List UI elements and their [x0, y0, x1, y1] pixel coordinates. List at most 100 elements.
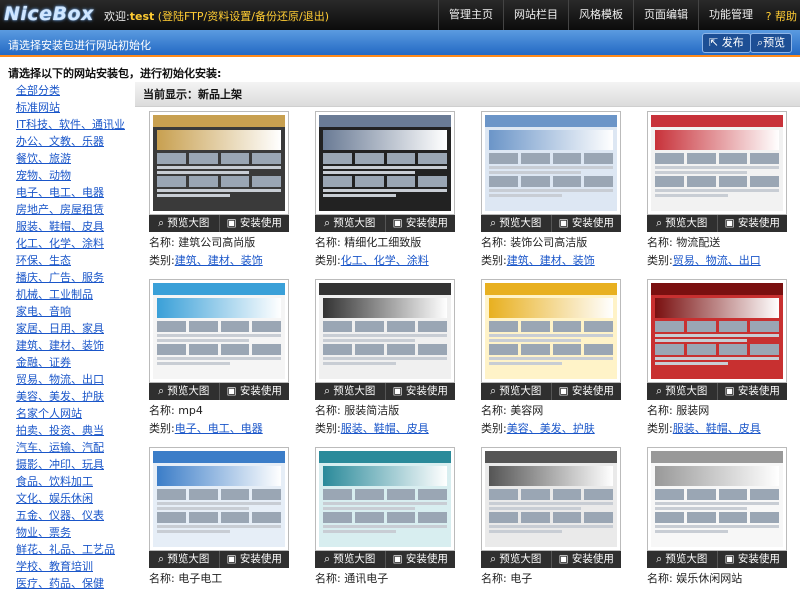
help-link[interactable]: ? 帮助 [766, 8, 797, 24]
install-button[interactable]: ▣ 安装使用 [550, 215, 622, 232]
template-meta: 名称: 电子电工 [149, 570, 289, 588]
sidebar-category[interactable]: 汽车、运输、汽配 [16, 439, 136, 456]
preview-large-button[interactable]: ⌕ 预览大图 [315, 551, 385, 568]
sidebar-category[interactable]: 播庆、广告、服务 [16, 269, 136, 286]
preview-large-button[interactable]: ⌕ 预览大图 [315, 215, 385, 232]
template-meta: 名称: 娱乐休闲网站 [647, 570, 787, 588]
template-category-link[interactable]: 贸易、物流、出口 [673, 254, 761, 267]
install-button[interactable]: ▣ 安装使用 [384, 551, 456, 568]
sidebar-category[interactable]: 服装、鞋帽、皮具 [16, 218, 136, 235]
sidebar-category[interactable]: 机械、工业制品 [16, 286, 136, 303]
template-meta: 名称: 建筑公司高尚版 类别:建筑、建材、装饰 [149, 234, 289, 270]
sidebar-category[interactable]: 金融、证券 [16, 354, 136, 371]
template-thumbnail[interactable] [149, 447, 289, 551]
template-thumbnail[interactable] [149, 111, 289, 215]
install-button[interactable]: ▣ 安装使用 [550, 551, 622, 568]
nicebox-logo[interactable]: NiceBox [4, 3, 94, 25]
preview-large-button[interactable]: ⌕ 预览大图 [647, 215, 717, 232]
sidebar-category[interactable]: 摄影、冲印、玩具 [16, 456, 136, 473]
template-category-link[interactable]: 电子、电工、电器 [175, 422, 263, 435]
welcome-prefix: 欢迎: [104, 10, 130, 23]
install-button[interactable]: ▣ 安装使用 [716, 215, 788, 232]
template-category-link[interactable]: 服装、鞋帽、皮具 [673, 422, 761, 435]
panel-header: 当前显示：新品上架 [135, 82, 800, 107]
preview-large-button[interactable]: ⌕ 预览大图 [647, 383, 717, 400]
sidebar-category[interactable]: 物业、票务 [16, 524, 136, 541]
ftp-login-link[interactable]: 登陆FTP [162, 10, 204, 23]
template-screenshot [153, 451, 285, 547]
template-thumbnail[interactable] [647, 447, 787, 551]
logout-link[interactable]: 退出 [303, 10, 325, 23]
sidebar-category[interactable]: 标准网站 [16, 99, 136, 116]
sidebar-category[interactable]: 五金、仪器、仪表 [16, 507, 136, 524]
install-button[interactable]: ▣ 安装使用 [384, 383, 456, 400]
preview-large-button[interactable]: ⌕ 预览大图 [149, 383, 219, 400]
template-card: ⌕ 预览大图 ▣ 安装使用 名称: 物流配送 类别:贸易、物流、出口 [647, 111, 787, 270]
template-card: ⌕ 预览大图 ▣ 安装使用 名称: mp4 类别:电子、电工、电器 [149, 279, 289, 438]
template-thumbnail[interactable] [647, 279, 787, 383]
sidebar-category[interactable]: 宠物、动物 [16, 167, 136, 184]
install-button[interactable]: ▣ 安装使用 [550, 383, 622, 400]
install-button[interactable]: ▣ 安装使用 [384, 215, 456, 232]
sidebar-category[interactable]: 医疗、药品、保健 [16, 575, 136, 592]
nav-function-manage[interactable]: 功能管理 [698, 0, 763, 30]
preview-large-button[interactable]: ⌕ 预览大图 [315, 383, 385, 400]
sidebar-category[interactable]: 文化、娱乐休闲 [16, 490, 136, 507]
sidebar-category[interactable]: 全部分类 [16, 82, 136, 99]
nav-home[interactable]: 管理主页 [438, 0, 503, 30]
template-category-link[interactable]: 化工、化学、涂料 [341, 254, 429, 267]
template-actions: ⌕ 预览大图 ▣ 安装使用 [481, 551, 621, 568]
preview-large-button[interactable]: ⌕ 预览大图 [149, 551, 219, 568]
nav-site-columns[interactable]: 网站栏目 [503, 0, 568, 30]
template-category-link[interactable]: 服装、鞋帽、皮具 [341, 422, 429, 435]
preview-button[interactable]: ⌕预览 [750, 33, 793, 53]
sidebar-category[interactable]: 环保、生态 [16, 252, 136, 269]
template-thumbnail[interactable] [149, 279, 289, 383]
nav-style-templates[interactable]: 风格模板 [568, 0, 633, 30]
template-thumbnail[interactable] [315, 279, 455, 383]
sidebar-category[interactable]: 贸易、物流、出口 [16, 371, 136, 388]
template-category-link[interactable]: 美容、美发、护肤 [507, 422, 595, 435]
template-thumbnail[interactable] [481, 447, 621, 551]
install-button[interactable]: ▣ 安装使用 [218, 215, 290, 232]
sidebar-category[interactable]: 办公、文教、乐器 [16, 133, 136, 150]
publish-button[interactable]: ⇱ 发布 [702, 33, 751, 53]
sidebar-category[interactable]: IT科技、软件、通讯业 [16, 116, 136, 133]
sidebar-category[interactable]: 电子、电工、电器 [16, 184, 136, 201]
sidebar-category[interactable]: 拍卖、投资、典当 [16, 422, 136, 439]
template-category-link[interactable]: 建筑、建材、装饰 [175, 254, 263, 267]
preview-large-button[interactable]: ⌕ 预览大图 [149, 215, 219, 232]
sidebar-category[interactable]: 名家个人网站 [16, 405, 136, 422]
sidebar-category[interactable]: 鲜花、礼品、工艺品 [16, 541, 136, 558]
sidebar-category[interactable]: 美容、美发、护肤 [16, 388, 136, 405]
template-thumbnail[interactable] [481, 279, 621, 383]
template-category: 类别:服装、鞋帽、皮具 [315, 422, 429, 435]
preview-large-button[interactable]: ⌕ 预览大图 [481, 551, 551, 568]
preview-large-button[interactable]: ⌕ 预览大图 [647, 551, 717, 568]
sidebar-category[interactable]: 学校、教育培训 [16, 558, 136, 575]
sidebar-category[interactable]: 餐饮、旅游 [16, 150, 136, 167]
magnifier-icon: ⌕ [324, 553, 331, 565]
sidebar-category[interactable]: 家电、音响 [16, 303, 136, 320]
install-button[interactable]: ▣ 安装使用 [218, 551, 290, 568]
preview-large-button[interactable]: ⌕ 预览大图 [481, 215, 551, 232]
install-button[interactable]: ▣ 安装使用 [716, 383, 788, 400]
sidebar-category[interactable]: 食品、饮料加工 [16, 473, 136, 490]
template-thumbnail[interactable] [315, 111, 455, 215]
install-button[interactable]: ▣ 安装使用 [218, 383, 290, 400]
template-thumbnail[interactable] [647, 111, 787, 215]
template-actions: ⌕ 预览大图 ▣ 安装使用 [481, 383, 621, 400]
nav-page-edit[interactable]: 页面编辑 [633, 0, 698, 30]
template-category-link[interactable]: 建筑、建材、装饰 [507, 254, 595, 267]
sidebar-category[interactable]: 家居、日用、家具 [16, 320, 136, 337]
backup-restore-link[interactable]: 备份还原 [255, 10, 299, 23]
install-button[interactable]: ▣ 安装使用 [716, 551, 788, 568]
profile-settings-link[interactable]: 资料设置 [207, 10, 251, 23]
template-thumbnail[interactable] [315, 447, 455, 551]
sidebar-category[interactable]: 建筑、建材、装饰 [16, 337, 136, 354]
preview-large-button[interactable]: ⌕ 预览大图 [481, 383, 551, 400]
template-thumbnail[interactable] [481, 111, 621, 215]
install-icon: ▣ [226, 217, 237, 229]
sidebar-category[interactable]: 化工、化学、涂料 [16, 235, 136, 252]
sidebar-category[interactable]: 房地产、房屋租赁 [16, 201, 136, 218]
